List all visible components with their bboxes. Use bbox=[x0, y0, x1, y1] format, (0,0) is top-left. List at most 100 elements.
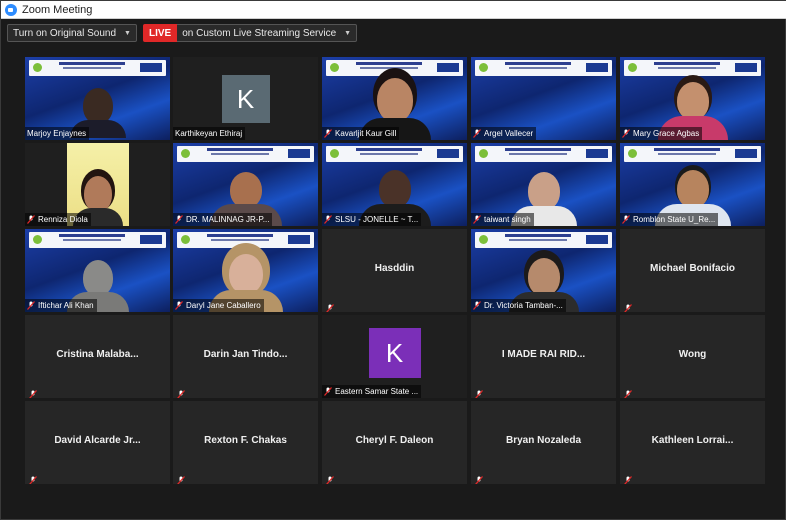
participant-name: Rexton F. Chakas bbox=[204, 435, 287, 446]
conference-banner bbox=[326, 146, 463, 162]
avatar: K bbox=[368, 328, 421, 378]
participant-name-bar: Marjoy Enjaynes bbox=[25, 127, 90, 140]
participant-tile[interactable]: I MADE RAI RID... bbox=[471, 315, 616, 398]
muted-mic-icon bbox=[175, 215, 183, 224]
participant-tile[interactable]: Daryl Jane Caballero bbox=[173, 229, 318, 312]
participant-name: Renniza Diola bbox=[38, 215, 88, 224]
participant-name: Eastern Samar State ... bbox=[335, 387, 419, 396]
participant-name-bar: Romblon State U_Re... bbox=[620, 213, 719, 226]
participant-tile[interactable]: Bryan Nozaleda bbox=[471, 401, 616, 484]
participant-tile[interactable]: Cristina Malaba... bbox=[25, 315, 170, 398]
participant-name: Karthikeyan Ethiraj bbox=[175, 129, 243, 138]
chevron-down-icon: ▼ bbox=[344, 29, 352, 37]
conference-banner bbox=[475, 60, 612, 76]
participant-tile[interactable]: Kavarljit Kaur Gill bbox=[322, 57, 467, 140]
streaming-service-dropdown[interactable]: on Custom Live Streaming Service ▼ bbox=[177, 24, 358, 42]
participant-name-bar: Mary Grace Agbas bbox=[620, 127, 703, 140]
muted-mic-icon bbox=[29, 386, 37, 398]
zoom-meeting-window: Zoom Meeting Turn on Original Sound ▼ LI… bbox=[0, 0, 786, 520]
zoom-logo-icon bbox=[5, 3, 17, 16]
participant-tile[interactable]: Iftichar Ali Khan bbox=[25, 229, 170, 312]
participant-name: Michael Bonifacio bbox=[649, 263, 735, 274]
conference-banner bbox=[177, 232, 314, 248]
participant-name: Cristina Malaba... bbox=[56, 349, 139, 360]
participant-tile[interactable]: Argel Vallecer bbox=[471, 57, 616, 140]
participant-name: Hasddin bbox=[374, 263, 415, 274]
muted-mic-icon bbox=[475, 386, 483, 398]
participant-name: David Alcarde Jr... bbox=[54, 435, 141, 446]
muted-mic-icon bbox=[177, 386, 185, 398]
meeting-toolbar: Turn on Original Sound ▼ LIVE on Custom … bbox=[1, 20, 786, 46]
muted-mic-icon bbox=[175, 301, 183, 310]
participant-name-bar: DR. MALINNAG JR-P... bbox=[173, 213, 273, 226]
muted-mic-icon bbox=[177, 472, 185, 484]
participant-tile[interactable]: Dr. Victoria Tamban-... bbox=[471, 229, 616, 312]
participant-name: Mary Grace Agbas bbox=[633, 129, 700, 138]
participant-name: Wong bbox=[678, 349, 707, 360]
participant-name: Dr. Victoria Tamban-... bbox=[484, 301, 563, 310]
participant-name-bar: Iftichar Ali Khan bbox=[25, 299, 97, 312]
participant-tile[interactable]: Michael Bonifacio bbox=[620, 229, 765, 312]
participant-name-bar: Kavarljit Kaur Gill bbox=[322, 127, 400, 140]
participant-tile[interactable]: Rexton F. Chakas bbox=[173, 401, 318, 484]
original-sound-dropdown[interactable]: Turn on Original Sound ▼ bbox=[7, 24, 137, 42]
muted-mic-icon bbox=[324, 129, 332, 138]
participant-tile[interactable]: K Eastern Samar State ... bbox=[322, 315, 467, 398]
participant-tile[interactable]: taiwant singh bbox=[471, 143, 616, 226]
conference-banner bbox=[475, 232, 612, 248]
participant-name: DR. MALINNAG JR-P... bbox=[186, 215, 270, 224]
muted-mic-icon bbox=[27, 301, 35, 310]
live-streaming-control[interactable]: LIVE on Custom Live Streaming Service ▼ bbox=[142, 24, 358, 42]
participant-name: Marjoy Enjaynes bbox=[27, 129, 87, 138]
avatar-letter: K bbox=[236, 83, 255, 114]
participant-name-bar: Dr. Victoria Tamban-... bbox=[471, 299, 566, 312]
participant-name-bar: SLSU - JONELLE ~ T... bbox=[322, 213, 422, 226]
participant-name-bar: Eastern Samar State ... bbox=[322, 385, 422, 398]
participant-tile[interactable]: Renniza Diola bbox=[25, 143, 170, 226]
avatar-letter: K bbox=[385, 337, 404, 368]
participant-name: Daryl Jane Caballero bbox=[186, 301, 261, 310]
muted-mic-icon bbox=[624, 472, 632, 484]
participant-tile[interactable]: David Alcarde Jr... bbox=[25, 401, 170, 484]
participant-tile[interactable]: DR. MALINNAG JR-P... bbox=[173, 143, 318, 226]
muted-mic-icon bbox=[326, 472, 334, 484]
participant-name: Darin Jan Tindo... bbox=[203, 349, 288, 360]
participant-name-bar: Karthikeyan Ethiraj bbox=[173, 127, 246, 140]
chevron-down-icon: ▼ bbox=[124, 29, 131, 37]
muted-mic-icon bbox=[29, 472, 37, 484]
participant-tile[interactable]: Hasddin bbox=[322, 229, 467, 312]
muted-mic-icon bbox=[624, 386, 632, 398]
conference-banner bbox=[475, 146, 612, 162]
participant-tile[interactable]: Wong bbox=[620, 315, 765, 398]
muted-mic-icon bbox=[622, 215, 630, 224]
muted-mic-icon bbox=[324, 387, 332, 396]
participant-tile[interactable]: Kathleen Lorrai... bbox=[620, 401, 765, 484]
muted-mic-icon bbox=[473, 215, 481, 224]
streaming-service-label: on Custom Live Streaming Service bbox=[182, 27, 337, 39]
window-title: Zoom Meeting bbox=[22, 3, 93, 16]
participant-name: Kathleen Lorrai... bbox=[651, 435, 734, 446]
participant-tile[interactable]: SLSU - JONELLE ~ T... bbox=[322, 143, 467, 226]
muted-mic-icon bbox=[473, 301, 481, 310]
participant-name: Kavarljit Kaur Gill bbox=[335, 129, 397, 138]
participant-tile[interactable]: Cheryl F. Daleon bbox=[322, 401, 467, 484]
participant-name: SLSU - JONELLE ~ T... bbox=[335, 215, 419, 224]
participant-name: Romblon State U_Re... bbox=[633, 215, 716, 224]
participant-tile[interactable]: Romblon State U_Re... bbox=[620, 143, 765, 226]
participant-name-bar: Renniza Diola bbox=[25, 213, 91, 226]
conference-banner bbox=[624, 60, 761, 76]
muted-mic-icon bbox=[473, 129, 481, 138]
participant-tile[interactable]: K Karthikeyan Ethiraj bbox=[173, 57, 318, 140]
participant-tile[interactable]: Mary Grace Agbas bbox=[620, 57, 765, 140]
participant-tile[interactable]: Marjoy Enjaynes bbox=[25, 57, 170, 140]
participant-name: Bryan Nozaleda bbox=[505, 435, 582, 446]
muted-mic-icon bbox=[326, 300, 334, 312]
participant-name-bar: Daryl Jane Caballero bbox=[173, 299, 264, 312]
muted-mic-icon bbox=[27, 215, 35, 224]
participant-name-bar: Argel Vallecer bbox=[471, 127, 537, 140]
conference-banner bbox=[326, 60, 463, 76]
muted-mic-icon bbox=[622, 129, 630, 138]
conference-banner bbox=[29, 60, 166, 76]
live-badge: LIVE bbox=[142, 24, 178, 42]
participant-tile[interactable]: Darin Jan Tindo... bbox=[173, 315, 318, 398]
